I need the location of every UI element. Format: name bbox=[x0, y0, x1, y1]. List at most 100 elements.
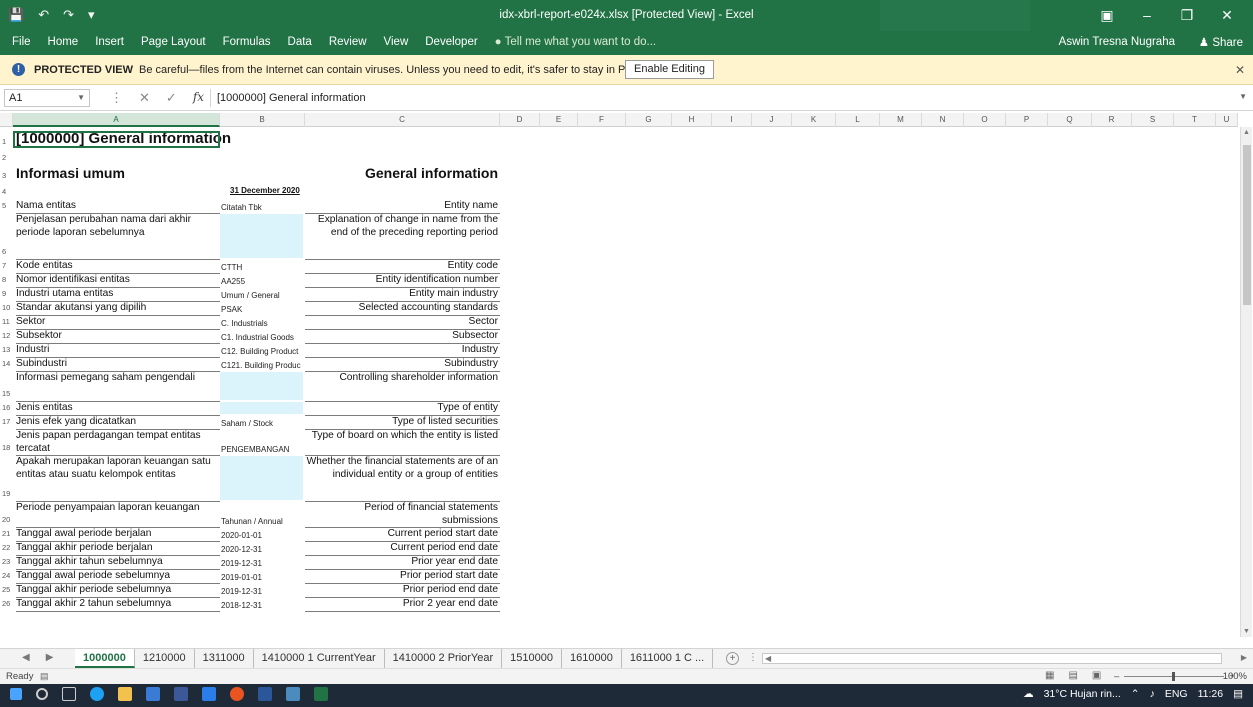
cell-english-label[interactable]: Prior period start date bbox=[306, 570, 498, 583]
cell-value[interactable]: C12. Building Product bbox=[221, 346, 304, 359]
prev-sheet-icon[interactable]: ◀ bbox=[22, 652, 30, 663]
page-layout-view-icon[interactable]: ▤ bbox=[1068, 670, 1077, 681]
cell-value[interactable]: Citatah Tbk bbox=[221, 202, 304, 215]
horizontal-scrollbar[interactable]: ◀ bbox=[762, 653, 1222, 664]
column-header-h[interactable]: H bbox=[672, 113, 712, 127]
more-sheets-icon[interactable]: ⋮ bbox=[748, 652, 758, 663]
sheet-tab-1410000-prior[interactable]: 1410000 2 PriorYear bbox=[385, 649, 503, 668]
row-header[interactable]: 18 bbox=[0, 443, 12, 452]
row-header[interactable]: 6 bbox=[0, 247, 12, 256]
column-header-f[interactable]: F bbox=[578, 113, 626, 127]
column-header-m[interactable]: M bbox=[880, 113, 922, 127]
column-header-a[interactable]: A bbox=[13, 113, 220, 127]
formula-input[interactable]: [1000000] General information bbox=[210, 89, 1242, 107]
clock[interactable]: 11:26 bbox=[1198, 688, 1224, 700]
sheet-tab-1410000-current[interactable]: 1410000 1 CurrentYear bbox=[254, 649, 385, 668]
row-header[interactable]: 17 bbox=[0, 417, 12, 426]
left-header[interactable]: Informasi umum bbox=[16, 164, 216, 182]
notification-icon[interactable]: ▤ bbox=[1233, 688, 1243, 700]
insert-function-icon[interactable]: fx bbox=[193, 90, 204, 106]
close-icon[interactable]: ✕ bbox=[1235, 63, 1245, 77]
add-sheet-icon[interactable]: + bbox=[726, 652, 739, 665]
sheet-tab-1611000[interactable]: 1611000 1 C ... bbox=[622, 649, 714, 668]
vertical-scrollbar[interactable]: ▲ ▼ bbox=[1240, 127, 1252, 637]
cell-value[interactable]: PENGEMBANGAN bbox=[221, 444, 304, 457]
chevron-up-icon[interactable]: ⌃ bbox=[1131, 688, 1140, 700]
volume-icon[interactable]: ♪ bbox=[1150, 688, 1155, 700]
cell-indonesian-label[interactable]: Nomor identifikasi entitas bbox=[16, 274, 220, 287]
cell-english-label[interactable]: Subindustry bbox=[306, 358, 498, 371]
mail-icon[interactable] bbox=[174, 687, 188, 701]
cell-english-label[interactable]: Type of board on which the entity is lis… bbox=[306, 430, 498, 443]
scroll-right-icon[interactable]: ▶ bbox=[1241, 653, 1247, 662]
sheet-tab-1510000[interactable]: 1510000 bbox=[502, 649, 562, 668]
column-header-n[interactable]: N bbox=[922, 113, 964, 127]
cell-indonesian-label[interactable]: Tanggal akhir periode sebelumnya bbox=[16, 584, 220, 597]
cell-indonesian-label[interactable]: Tanggal akhir tahun sebelumnya bbox=[16, 556, 220, 569]
cell-value[interactable]: CTTH bbox=[221, 262, 304, 275]
row-header[interactable]: 5 bbox=[0, 201, 12, 210]
cell-value[interactable]: 2019-01-01 bbox=[221, 572, 304, 585]
row-header[interactable]: 14 bbox=[0, 359, 12, 368]
cell-indonesian-label[interactable]: Apakah merupakan laporan keuangan satu e… bbox=[16, 456, 220, 481]
cell-english-label[interactable]: Type of listed securities bbox=[306, 416, 498, 429]
scroll-up-icon[interactable]: ▲ bbox=[1243, 129, 1250, 136]
row-header[interactable]: 15 bbox=[0, 389, 12, 398]
sheet-tab-1210000[interactable]: 1210000 bbox=[135, 649, 195, 668]
cell-indonesian-label[interactable]: Subsektor bbox=[16, 330, 220, 343]
zoom-out-icon[interactable]: – bbox=[1114, 671, 1119, 682]
row-header[interactable]: 10 bbox=[0, 303, 12, 312]
right-header[interactable]: General information bbox=[305, 164, 498, 182]
enter-icon[interactable]: ✓ bbox=[166, 90, 177, 106]
cell-indonesian-label[interactable]: Jenis papan perdagangan tempat entitas t… bbox=[16, 430, 220, 455]
name-box[interactable]: A1 ▼ bbox=[4, 89, 90, 107]
cell-english-label[interactable]: Prior year end date bbox=[306, 556, 498, 569]
weather-text[interactable]: 31°C Hujan rin... bbox=[1044, 688, 1121, 700]
scroll-down-icon[interactable]: ▼ bbox=[1243, 628, 1250, 635]
cell-indonesian-label[interactable]: Jenis efek yang dicatatkan bbox=[16, 416, 220, 429]
scroll-left-icon[interactable]: ◀ bbox=[765, 654, 771, 663]
cancel-icon[interactable]: ✕ bbox=[139, 90, 150, 106]
cell-indonesian-label[interactable]: Penjelasan perubahan nama dari akhir per… bbox=[16, 214, 220, 239]
row-header[interactable]: 13 bbox=[0, 345, 12, 354]
cell-value[interactable]: Umum / General bbox=[221, 290, 304, 303]
zoom-knob[interactable] bbox=[1172, 672, 1176, 681]
cell-value[interactable]: C1. Industrial Goods bbox=[221, 332, 304, 345]
sheet-tab-1000000[interactable]: 1000000 bbox=[75, 649, 135, 668]
select-all-corner[interactable] bbox=[0, 113, 13, 127]
cell-value[interactable]: PSAK bbox=[221, 304, 304, 317]
column-header-j[interactable]: J bbox=[752, 113, 792, 127]
cell-value[interactable]: C. Industrials bbox=[221, 318, 304, 331]
minimize-icon[interactable]: – bbox=[1127, 4, 1167, 26]
cell-english-label[interactable]: Period of financial statements submissio… bbox=[306, 502, 498, 527]
cell-value[interactable]: Saham / Stock bbox=[221, 418, 304, 431]
cell-indonesian-label[interactable]: Jenis entitas bbox=[16, 402, 220, 415]
column-header-i[interactable]: I bbox=[712, 113, 752, 127]
cell-english-label[interactable]: Current period end date bbox=[306, 542, 498, 555]
cell-english-label[interactable]: Controlling shareholder information bbox=[306, 372, 498, 385]
store-icon[interactable] bbox=[146, 687, 160, 701]
chevron-down-icon[interactable]: ▼ bbox=[77, 90, 85, 106]
cell-value[interactable]: AA255 bbox=[221, 276, 304, 289]
cell-english-label[interactable]: Whether the financial statements are of … bbox=[306, 456, 498, 481]
row-header[interactable]: 2 bbox=[0, 153, 12, 162]
column-header-p[interactable]: P bbox=[1006, 113, 1048, 127]
cell-value[interactable]: 2020-01-01 bbox=[221, 530, 304, 543]
expand-formula-icon[interactable]: ▼ bbox=[1239, 92, 1247, 101]
cell-english-label[interactable]: Industry bbox=[306, 344, 498, 357]
column-header-b[interactable]: B bbox=[220, 113, 305, 127]
column-header-d[interactable]: D bbox=[500, 113, 540, 127]
input-cell[interactable] bbox=[220, 456, 303, 500]
column-header-c[interactable]: C bbox=[305, 113, 500, 127]
column-header-o[interactable]: O bbox=[964, 113, 1006, 127]
cell-value[interactable]: 2019-12-31 bbox=[221, 586, 304, 599]
tab-review[interactable]: Review bbox=[329, 36, 367, 48]
input-cell[interactable] bbox=[220, 214, 303, 258]
cell-english-label[interactable]: Selected accounting standards bbox=[306, 302, 498, 315]
tab-formulas[interactable]: Formulas bbox=[223, 36, 271, 48]
tab-page-layout[interactable]: Page Layout bbox=[141, 36, 206, 48]
tab-view[interactable]: View bbox=[384, 36, 409, 48]
cell-english-label[interactable]: Current period start date bbox=[306, 528, 498, 541]
cell-indonesian-label[interactable]: Tanggal awal periode sebelumnya bbox=[16, 570, 220, 583]
zoom-slider[interactable]: – + bbox=[1114, 671, 1235, 682]
